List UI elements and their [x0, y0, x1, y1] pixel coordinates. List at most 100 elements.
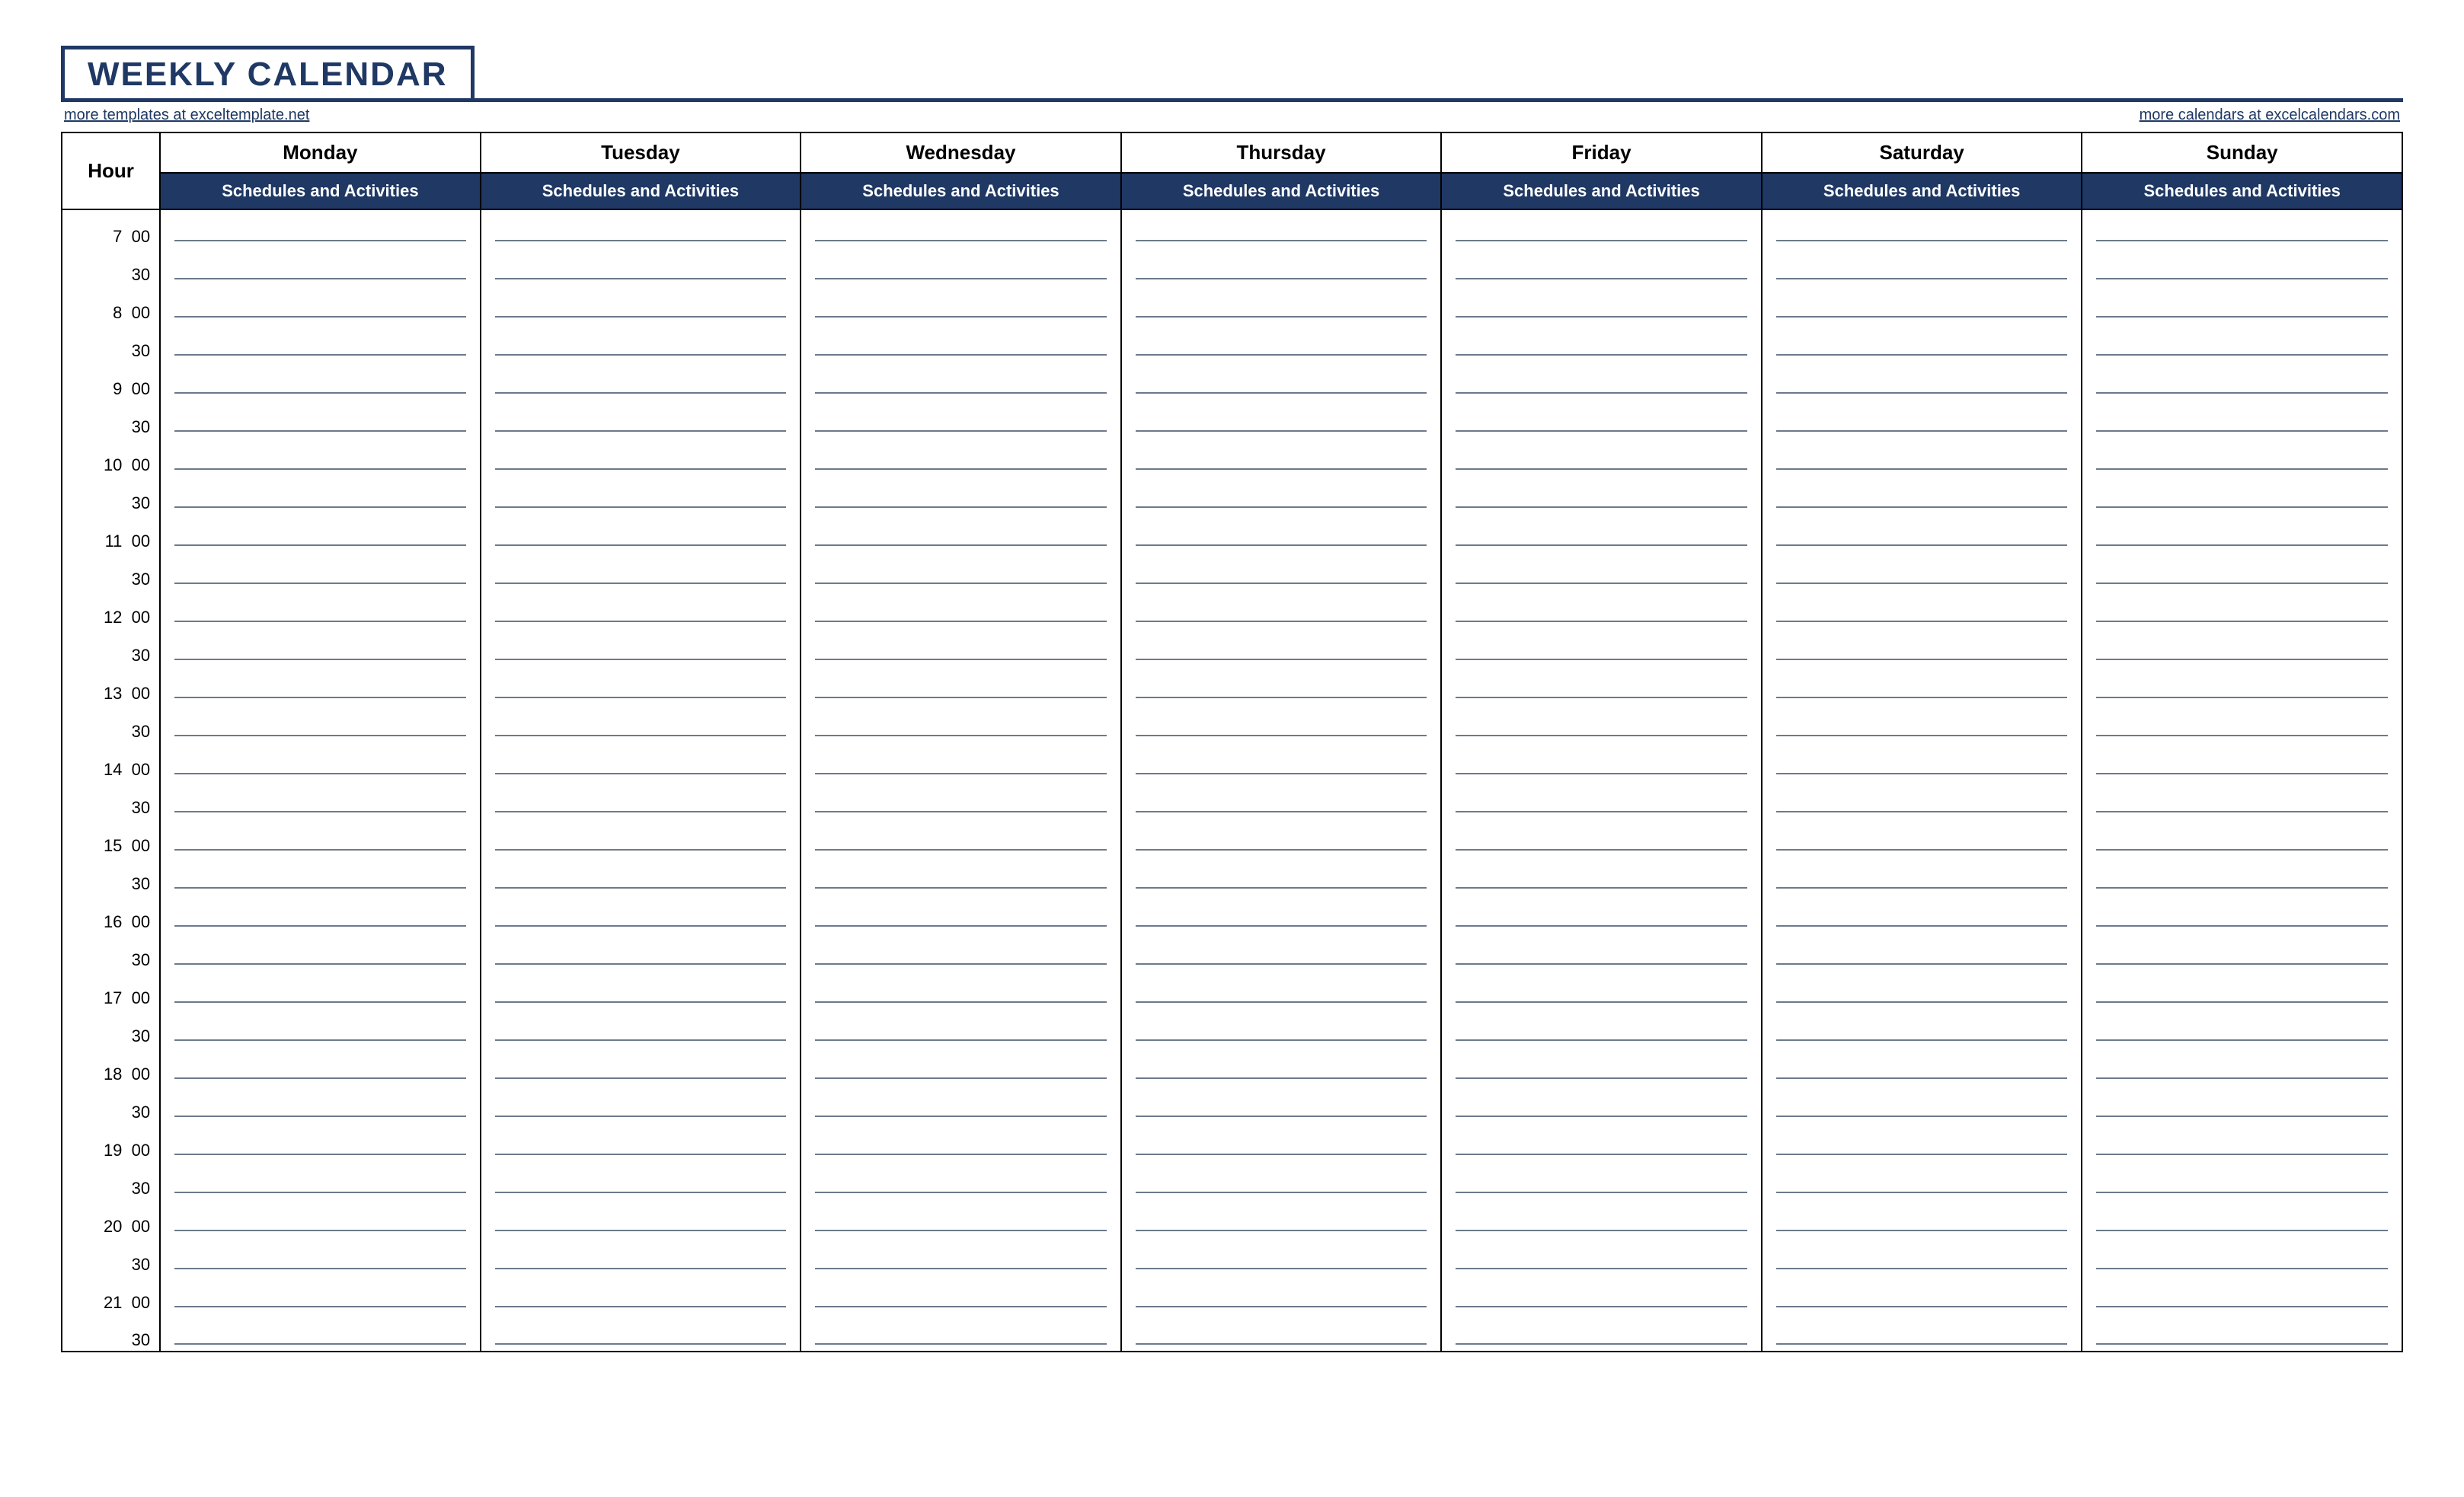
schedule-cell[interactable]	[160, 857, 481, 895]
schedule-cell[interactable]	[801, 1199, 1121, 1237]
schedule-cell[interactable]	[1762, 971, 2082, 1009]
schedule-cell[interactable]	[481, 628, 801, 666]
schedule-cell[interactable]	[481, 362, 801, 400]
schedule-cell[interactable]	[481, 1085, 801, 1123]
schedule-cell[interactable]	[1121, 933, 1442, 971]
schedule-cell[interactable]	[160, 780, 481, 819]
schedule-cell[interactable]	[1762, 476, 2082, 514]
schedule-cell[interactable]	[160, 514, 481, 552]
schedule-cell[interactable]	[2082, 1199, 2402, 1237]
schedule-cell[interactable]	[481, 819, 801, 857]
schedule-cell[interactable]	[2082, 704, 2402, 742]
schedule-cell[interactable]	[481, 590, 801, 628]
schedule-cell[interactable]	[1762, 1123, 2082, 1161]
schedule-cell[interactable]	[801, 819, 1121, 857]
schedule-cell[interactable]	[1441, 590, 1762, 628]
schedule-cell[interactable]	[481, 1199, 801, 1237]
schedule-cell[interactable]	[1441, 400, 1762, 438]
schedule-cell[interactable]	[801, 933, 1121, 971]
schedule-cell[interactable]	[481, 476, 801, 514]
schedule-cell[interactable]	[481, 1123, 801, 1161]
schedule-cell[interactable]	[1441, 552, 1762, 590]
schedule-cell[interactable]	[1121, 895, 1442, 933]
schedule-cell[interactable]	[160, 971, 481, 1009]
schedule-cell[interactable]	[160, 476, 481, 514]
schedule-cell[interactable]	[801, 247, 1121, 286]
schedule-cell[interactable]	[481, 286, 801, 324]
schedule-cell[interactable]	[801, 362, 1121, 400]
schedule-cell[interactable]	[1762, 1047, 2082, 1085]
schedule-cell[interactable]	[1762, 438, 2082, 476]
schedule-cell[interactable]	[1762, 209, 2082, 247]
schedule-cell[interactable]	[160, 1313, 481, 1352]
schedule-cell[interactable]	[801, 286, 1121, 324]
schedule-cell[interactable]	[160, 209, 481, 247]
schedule-cell[interactable]	[481, 666, 801, 704]
schedule-cell[interactable]	[160, 552, 481, 590]
schedule-cell[interactable]	[1441, 514, 1762, 552]
schedule-cell[interactable]	[2082, 286, 2402, 324]
schedule-cell[interactable]	[160, 666, 481, 704]
schedule-cell[interactable]	[801, 476, 1121, 514]
schedule-cell[interactable]	[801, 1047, 1121, 1085]
schedule-cell[interactable]	[1121, 286, 1442, 324]
schedule-cell[interactable]	[1121, 1237, 1442, 1275]
schedule-cell[interactable]	[2082, 400, 2402, 438]
schedule-cell[interactable]	[1441, 1085, 1762, 1123]
schedule-cell[interactable]	[1762, 247, 2082, 286]
schedule-cell[interactable]	[1441, 666, 1762, 704]
schedule-cell[interactable]	[481, 1047, 801, 1085]
schedule-cell[interactable]	[1121, 590, 1442, 628]
schedule-cell[interactable]	[1762, 819, 2082, 857]
schedule-cell[interactable]	[2082, 209, 2402, 247]
schedule-cell[interactable]	[2082, 1009, 2402, 1047]
schedule-cell[interactable]	[801, 514, 1121, 552]
schedule-cell[interactable]	[160, 1009, 481, 1047]
schedule-cell[interactable]	[481, 857, 801, 895]
schedule-cell[interactable]	[2082, 438, 2402, 476]
schedule-cell[interactable]	[481, 1313, 801, 1352]
schedule-cell[interactable]	[1441, 247, 1762, 286]
calendars-link[interactable]: more calendars at excelcalendars.com	[2140, 107, 2400, 124]
schedule-cell[interactable]	[801, 1313, 1121, 1352]
schedule-cell[interactable]	[1441, 1009, 1762, 1047]
schedule-cell[interactable]	[1441, 895, 1762, 933]
schedule-cell[interactable]	[1441, 1123, 1762, 1161]
schedule-cell[interactable]	[481, 933, 801, 971]
schedule-cell[interactable]	[1441, 780, 1762, 819]
schedule-cell[interactable]	[1121, 209, 1442, 247]
schedule-cell[interactable]	[1762, 895, 2082, 933]
schedule-cell[interactable]	[1762, 933, 2082, 971]
schedule-cell[interactable]	[481, 1275, 801, 1313]
schedule-cell[interactable]	[2082, 857, 2402, 895]
schedule-cell[interactable]	[1441, 1237, 1762, 1275]
schedule-cell[interactable]	[1762, 552, 2082, 590]
schedule-cell[interactable]	[1762, 324, 2082, 362]
schedule-cell[interactable]	[1121, 514, 1442, 552]
schedule-cell[interactable]	[2082, 780, 2402, 819]
schedule-cell[interactable]	[1121, 704, 1442, 742]
schedule-cell[interactable]	[1121, 1275, 1442, 1313]
schedule-cell[interactable]	[2082, 819, 2402, 857]
schedule-cell[interactable]	[1121, 552, 1442, 590]
schedule-cell[interactable]	[1441, 362, 1762, 400]
schedule-cell[interactable]	[1762, 1237, 2082, 1275]
schedule-cell[interactable]	[2082, 1085, 2402, 1123]
schedule-cell[interactable]	[801, 1123, 1121, 1161]
schedule-cell[interactable]	[801, 742, 1121, 780]
schedule-cell[interactable]	[160, 1085, 481, 1123]
schedule-cell[interactable]	[1121, 324, 1442, 362]
schedule-cell[interactable]	[1762, 1199, 2082, 1237]
schedule-cell[interactable]	[2082, 1123, 2402, 1161]
schedule-cell[interactable]	[2082, 362, 2402, 400]
schedule-cell[interactable]	[160, 1199, 481, 1237]
schedule-cell[interactable]	[1121, 362, 1442, 400]
schedule-cell[interactable]	[160, 438, 481, 476]
schedule-cell[interactable]	[1762, 286, 2082, 324]
schedule-cell[interactable]	[801, 324, 1121, 362]
schedule-cell[interactable]	[481, 971, 801, 1009]
schedule-cell[interactable]	[1121, 819, 1442, 857]
schedule-cell[interactable]	[2082, 895, 2402, 933]
schedule-cell[interactable]	[1441, 324, 1762, 362]
schedule-cell[interactable]	[1762, 780, 2082, 819]
